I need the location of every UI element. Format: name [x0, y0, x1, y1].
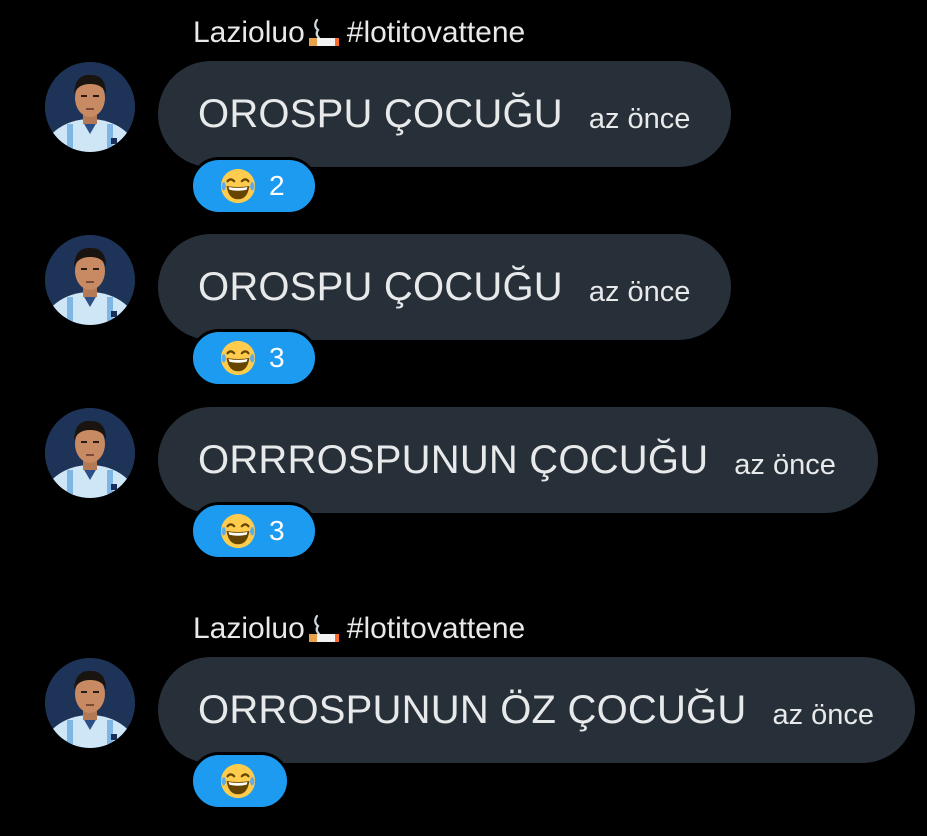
laughing-tears-icon	[219, 167, 257, 205]
sender-name: Lazioluo	[193, 16, 305, 49]
message-time: az önce	[734, 448, 836, 481]
reaction-pill[interactable]: 3	[190, 329, 318, 387]
message-text: ORROSPUNUN ÖZ ÇOCUĞU	[198, 687, 747, 732]
reaction-pill[interactable]: 3	[190, 502, 318, 560]
message-bubble[interactable]: ORROSPUNUN ÖZ ÇOCUĞU az önce	[158, 657, 915, 763]
message-bubble[interactable]: OROSPU ÇOCUĞU az önce	[158, 61, 731, 167]
sender-name-row: Lazioluo #lotitovattene	[193, 18, 525, 48]
message-bubble[interactable]: ORRROSPUNUN ÇOCUĞU az önce	[158, 407, 878, 513]
message-text: ORRROSPUNUN ÇOCUĞU	[198, 437, 709, 482]
sender-tag: #lotitovattene	[346, 16, 526, 49]
reaction-pill[interactable]	[190, 752, 290, 810]
cigarette-icon	[307, 614, 341, 644]
message-time: az önce	[588, 275, 691, 308]
avatar[interactable]	[45, 62, 135, 152]
laughing-tears-icon	[219, 512, 257, 550]
reaction-count: 2	[269, 170, 285, 201]
avatar[interactable]	[45, 408, 135, 498]
reaction-pill[interactable]: 2	[190, 157, 318, 215]
message-text: OROSPU ÇOCUĞU	[198, 264, 563, 309]
sender-name: Lazioluo	[193, 612, 305, 645]
laughing-tears-icon	[219, 339, 257, 377]
sender-name-row: Lazioluo #lotitovattene	[193, 614, 525, 644]
sender-tag: #lotitovattene	[346, 612, 526, 645]
avatar[interactable]	[45, 235, 135, 325]
cigarette-icon	[307, 18, 341, 48]
avatar[interactable]	[45, 658, 135, 748]
laughing-tears-icon	[219, 762, 257, 800]
reaction-count: 3	[269, 342, 285, 373]
reaction-count: 3	[269, 515, 285, 546]
message-bubble[interactable]: OROSPU ÇOCUĞU az önce	[158, 234, 731, 340]
message-text: OROSPU ÇOCUĞU	[198, 91, 563, 136]
message-time: az önce	[588, 102, 691, 135]
message-time: az önce	[772, 698, 875, 731]
